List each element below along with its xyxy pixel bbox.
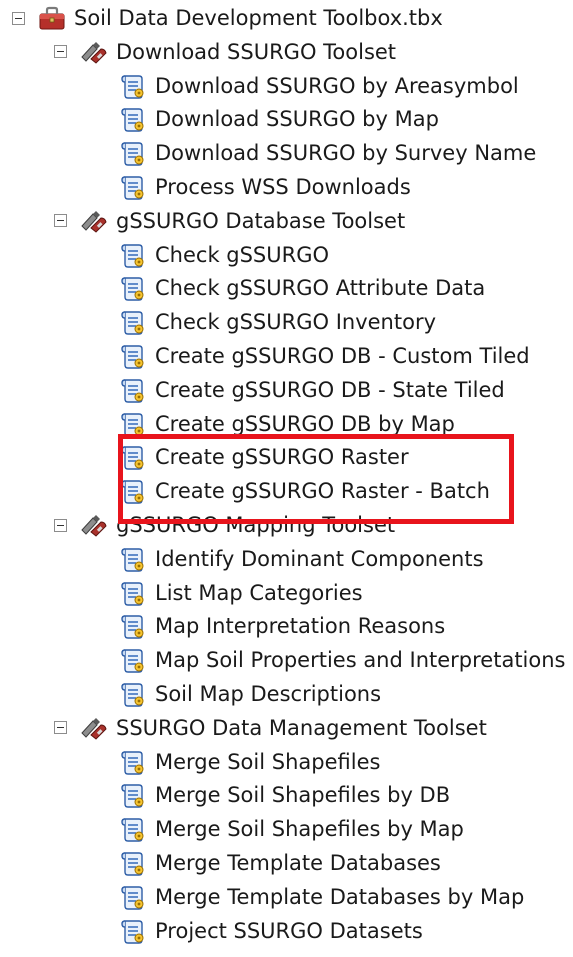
tool-item[interactable]: Process WSS Downloads [118, 171, 411, 203]
toolset-node[interactable]: SSURGO Data Management Toolset [54, 712, 487, 744]
script-tool-icon [118, 679, 148, 709]
tool-label: Merge Template Databases by Map [155, 884, 525, 909]
tool-label: Identify Dominant Components [155, 546, 484, 571]
script-tool-icon [118, 645, 148, 675]
script-tool-icon [118, 578, 148, 608]
toolset-icon [79, 713, 109, 743]
toolbox-icon [37, 3, 67, 33]
collapse-minus-icon[interactable] [54, 721, 67, 735]
tool-item[interactable]: Download SSURGO by Survey Name [118, 137, 536, 169]
script-tool-icon [118, 780, 148, 810]
tool-label: List Map Categories [155, 580, 363, 605]
tool-item[interactable]: Merge Soil Shapefiles [118, 746, 380, 778]
tool-item[interactable]: Create gSSURGO DB - State Tiled [118, 374, 505, 406]
toolset-node[interactable]: gSSURGO Database Toolset [54, 205, 405, 237]
toolset-label: gSSURGO Database Toolset [116, 208, 406, 233]
tool-item[interactable]: Check gSSURGO Inventory [118, 306, 436, 338]
script-tool-icon [118, 138, 148, 168]
script-tool-icon [118, 544, 148, 574]
script-tool-icon [118, 747, 148, 777]
tool-label: Merge Template Databases [155, 851, 441, 875]
tool-label: Check gSSURGO Attribute Data [155, 276, 486, 301]
collapse-minus-icon[interactable] [54, 45, 67, 59]
tool-label: Merge Soil Shapefiles by Map [155, 817, 464, 842]
script-tool-icon [118, 916, 148, 946]
toolset-icon [79, 510, 109, 540]
collapse-minus-icon[interactable] [54, 518, 67, 532]
tool-label: Merge Soil Shapefiles [155, 749, 381, 774]
tool-label: Map Interpretation Reasons [155, 614, 446, 639]
tool-label: Map Soil Properties and Interpretations [155, 648, 566, 673]
script-tool-icon [118, 341, 148, 371]
tool-item[interactable]: Project SSURGO Datasets [118, 915, 423, 947]
tool-item[interactable]: Download SSURGO by Areasymbol [118, 70, 519, 102]
tool-item[interactable]: Merge Soil Shapefiles by DB [118, 779, 450, 811]
tool-item[interactable]: Check gSSURGO [118, 239, 329, 271]
tool-label: Create gSSURGO DB - State Tiled [155, 377, 505, 402]
script-tool-icon [118, 882, 148, 912]
script-tool-icon [118, 240, 148, 270]
script-tool-icon [118, 307, 148, 337]
script-tool-icon [118, 375, 148, 405]
toolset-icon [79, 37, 109, 67]
collapse-minus-icon[interactable] [54, 214, 67, 228]
script-tool-icon [118, 814, 148, 844]
tool-item[interactable]: Map Soil Properties and Interpretations [118, 644, 565, 676]
tool-label: Check gSSURGO [155, 242, 330, 267]
toolset-label: SSURGO Data Management Toolset [116, 715, 487, 740]
tool-item[interactable]: Identify Dominant Components [118, 543, 484, 575]
script-tool-icon [118, 172, 148, 202]
tool-label: Process WSS Downloads [155, 175, 411, 199]
tool-item[interactable]: Merge Template Databases by Map [118, 881, 524, 913]
script-tool-icon [118, 71, 148, 101]
script-tool-icon [118, 104, 148, 134]
toolset-label: Download SSURGO Toolset [116, 39, 397, 64]
tool-label: Merge Soil Shapefiles by DB [155, 783, 451, 808]
script-tool-icon [118, 611, 148, 641]
script-tool-icon [118, 848, 148, 878]
tool-item[interactable]: Merge Soil Shapefiles by Map [118, 813, 464, 845]
tool-item[interactable]: Soil Map Descriptions [118, 678, 381, 710]
tool-item[interactable]: Check gSSURGO Attribute Data [118, 272, 485, 304]
tool-label: Download SSURGO by Survey Name [155, 141, 537, 166]
toolset-node[interactable]: Download SSURGO Toolset [54, 36, 396, 68]
toolbox-node[interactable]: Soil Data Development Toolbox.tbx [12, 2, 443, 34]
highlight-box [118, 434, 514, 524]
tool-label: Create gSSURGO DB - Custom Tiled [155, 344, 530, 368]
tool-label: Project SSURGO Datasets [155, 918, 423, 943]
tool-item[interactable]: Map Interpretation Reasons [118, 610, 445, 642]
tool-item[interactable]: List Map Categories [118, 577, 363, 609]
tool-item[interactable]: Download SSURGO by Map [118, 103, 439, 135]
toolset-icon [79, 206, 109, 236]
script-tool-icon [118, 273, 148, 303]
collapse-minus-icon[interactable] [12, 11, 25, 25]
tool-item[interactable]: Merge Template Databases [118, 847, 441, 879]
tool-label: Soil Map Descriptions [155, 682, 382, 706]
tool-label: Download SSURGO by Map [155, 107, 439, 132]
tool-label: Download SSURGO by Areasymbol [155, 73, 519, 98]
tool-item[interactable]: Create gSSURGO DB - Custom Tiled [118, 340, 530, 372]
toolbox-label: Soil Data Development Toolbox.tbx [74, 6, 443, 30]
tool-label: Check gSSURGO Inventory [155, 310, 437, 335]
